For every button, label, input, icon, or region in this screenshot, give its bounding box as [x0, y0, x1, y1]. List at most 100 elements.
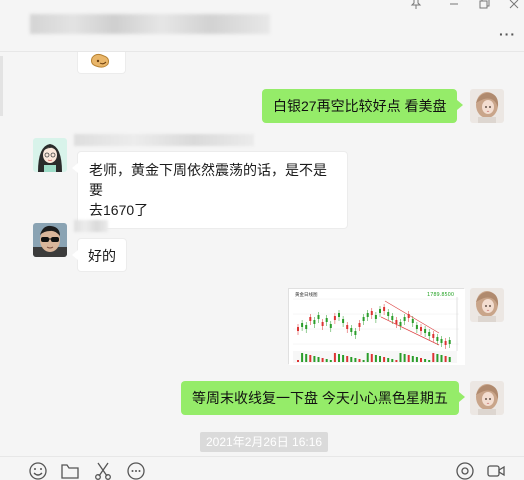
- candle-body: [342, 319, 345, 323]
- candle-body: [379, 309, 381, 313]
- candle-body: [362, 317, 365, 321]
- volume-bar: [329, 360, 332, 362]
- volume-bar: [317, 357, 320, 362]
- close-icon[interactable]: [506, 0, 522, 13]
- candle-body: [387, 312, 390, 316]
- candle-body: [420, 327, 422, 331]
- sticker-message[interactable]: [77, 52, 126, 74]
- candle-body: [424, 329, 427, 333]
- video-call-icon[interactable]: [486, 461, 506, 480]
- volume-bar: [440, 355, 443, 362]
- candle-body: [354, 331, 357, 335]
- candle-body: [338, 313, 340, 317]
- volume-bar: [358, 359, 361, 362]
- incoming-message[interactable]: 老师，黄金下周依然震荡的话，是不是要 去1670了: [72, 151, 348, 229]
- candle-body: [325, 318, 328, 322]
- volume-bar: [333, 353, 336, 362]
- scissors-icon[interactable]: [93, 461, 113, 480]
- volume-bar: [321, 358, 324, 362]
- candle-body: [366, 313, 369, 317]
- candle-body: [432, 334, 435, 338]
- minimize-icon[interactable]: [446, 0, 462, 13]
- candle-body: [317, 315, 320, 319]
- volume-bar: [350, 357, 353, 362]
- volume-bar: [354, 358, 357, 362]
- volume-bar: [346, 356, 349, 362]
- volume-bar: [305, 354, 308, 362]
- avatar-contact-2[interactable]: [33, 223, 67, 257]
- volume-bar: [407, 355, 410, 362]
- candle-body: [399, 322, 402, 326]
- volume-bar: [325, 359, 328, 362]
- candle-body: [329, 324, 332, 328]
- message-timestamp: 2021年2月26日 16:16: [200, 432, 329, 452]
- volume-bar: [362, 360, 365, 362]
- folder-icon[interactable]: [60, 461, 80, 480]
- candle-body: [428, 332, 431, 336]
- avatar-self[interactable]: [470, 288, 504, 322]
- candle-body: [374, 315, 377, 319]
- volume-bar: [309, 355, 312, 362]
- message-text-line-2: 去1670了: [89, 202, 149, 218]
- pin-icon[interactable]: [408, 0, 424, 13]
- scrollbar[interactable]: [0, 56, 3, 116]
- volume-bar: [444, 356, 447, 362]
- volume-bar: [436, 354, 439, 362]
- candle-body: [436, 337, 439, 341]
- candle-body: [358, 323, 361, 327]
- voice-call-icon[interactable]: [455, 461, 475, 480]
- avatar-contact-1[interactable]: [33, 138, 67, 172]
- candle-body: [403, 317, 406, 321]
- volume-bar: [374, 355, 377, 362]
- chat-title-blurred: [30, 14, 270, 34]
- message-list[interactable]: 白银27再空比较好点 看美盘 老师，黄金下周依然震荡的话，是不是要 去1670了…: [0, 52, 524, 456]
- volume-bar: [432, 353, 435, 362]
- candle-body: [350, 328, 353, 332]
- candle-body: [391, 316, 394, 320]
- price-chart-thumbnail: 黄金日线图 1789.8500: [289, 289, 465, 365]
- maximize-icon[interactable]: [476, 0, 492, 13]
- sender-name-blurred: [74, 220, 108, 232]
- message-text: 白银27再空比较好点 看美盘: [273, 98, 447, 114]
- avatar-self[interactable]: [470, 381, 504, 415]
- candle-body: [444, 341, 447, 345]
- input-toolbar: [0, 456, 524, 480]
- volume-bar: [420, 358, 422, 362]
- volume-bar: [387, 358, 390, 362]
- volume-bar: [448, 357, 451, 362]
- outgoing-message[interactable]: 白银27再空比较好点 看美盘: [262, 89, 464, 123]
- volume-bar: [366, 353, 369, 362]
- chart-image-message[interactable]: 黄金日线图 1789.8500: [288, 288, 465, 365]
- volume-bar: [379, 356, 381, 362]
- sender-name-blurred: [74, 134, 254, 146]
- emoji-icon[interactable]: [28, 461, 48, 480]
- candle-body: [333, 316, 336, 320]
- candle-body: [346, 325, 349, 329]
- volume-bar: [424, 359, 427, 362]
- more-dots-icon[interactable]: ···: [499, 26, 516, 42]
- chat-header: ···: [0, 0, 524, 52]
- message-text: 好的: [88, 248, 116, 264]
- volume-bar: [338, 354, 340, 362]
- incoming-message[interactable]: 好的: [72, 238, 127, 272]
- candle-body: [301, 323, 304, 327]
- candle-body: [321, 322, 324, 326]
- volume-bar: [403, 354, 406, 362]
- candle-body: [383, 307, 386, 311]
- candle-body: [309, 317, 312, 321]
- candle-body: [411, 319, 414, 323]
- avatar-self[interactable]: [470, 89, 504, 123]
- candle-body: [297, 327, 299, 331]
- volume-bar: [313, 356, 316, 362]
- candle-body: [448, 340, 451, 344]
- volume-bar: [370, 354, 373, 362]
- volume-bar: [383, 357, 386, 362]
- volume-bar: [297, 360, 299, 362]
- chart-image-title: 黄金日线图: [295, 291, 318, 298]
- chat-history-icon[interactable]: [126, 461, 146, 480]
- volume-bar: [301, 353, 304, 362]
- candle-body: [440, 339, 443, 343]
- message-text: 等周末收线复一下盘 今天小心黑色星期五: [192, 390, 448, 406]
- sticker-image: [91, 53, 109, 68]
- outgoing-message[interactable]: 等周末收线复一下盘 今天小心黑色星期五: [181, 381, 465, 415]
